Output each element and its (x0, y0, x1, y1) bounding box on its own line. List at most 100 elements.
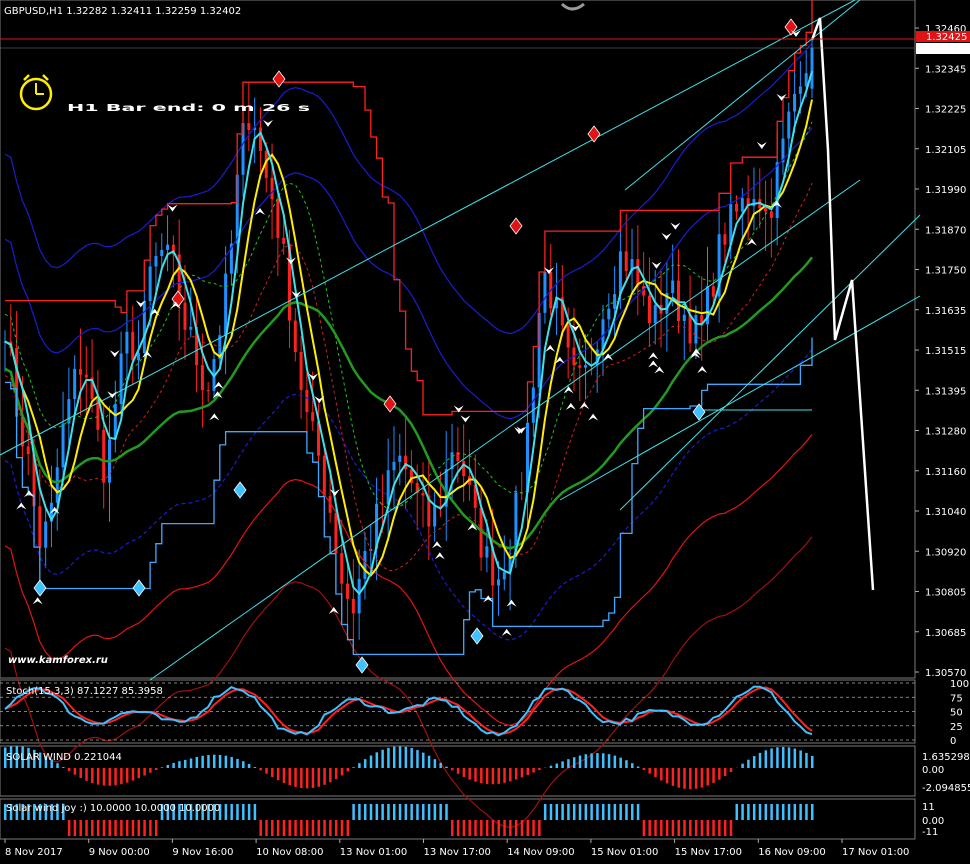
solar-wind-bar (764, 750, 768, 768)
alarm-clock-icon (19, 74, 53, 111)
solar-wind-joy-label: Solar wind joy :) 10.0000 10.0000 10.000… (6, 803, 220, 814)
channel-line[interactable] (619, 214, 921, 511)
solar-wind-bar (787, 747, 791, 768)
chart-shift-marker[interactable] (560, 2, 585, 11)
solar-wind-joy-bar (811, 804, 814, 820)
solar-wind-joy-bar (660, 820, 663, 836)
solar-wind-bar (213, 754, 216, 768)
solar-wind-bar (509, 768, 512, 782)
solar-wind-joy-bar (230, 804, 233, 820)
solar-wind-joy-bar (723, 820, 727, 836)
solar-wind-joy-bar (427, 804, 431, 820)
signal-arrow (651, 261, 662, 269)
solar-wind-bar (340, 768, 344, 776)
solar-wind-joy-bar (514, 820, 518, 836)
channel-line[interactable] (149, 179, 861, 681)
solar-wind-joy-bar (79, 820, 82, 836)
candle-body (44, 521, 48, 548)
solar-wind-bar (305, 768, 309, 789)
candle-body (102, 429, 106, 483)
fractal-high-marker (272, 70, 286, 88)
solar-wind-bar (561, 761, 564, 768)
solar-wind-joy-bar (543, 804, 547, 820)
solar-wind-bar (660, 768, 663, 781)
solar-wind-bar (317, 768, 321, 787)
candle-body (73, 368, 77, 400)
time-axis-label: 17 Nov 01:00 (842, 847, 909, 858)
solar-wind-joy-bar (764, 804, 768, 820)
candle-body (613, 294, 617, 309)
solar-wind-joy-bar (538, 820, 541, 836)
solar-wind-bar (363, 759, 367, 768)
solar-wind-bar (781, 746, 785, 768)
time-axis-label: 13 Nov 01:00 (340, 847, 407, 858)
solar-wind-joy-bar (474, 820, 477, 836)
solar-wind-joy-bar (787, 804, 791, 820)
signal-arrow (329, 489, 340, 497)
solar-wind-bar (712, 768, 715, 783)
candle-body (183, 302, 187, 330)
solar-wind-joy-bar (334, 820, 338, 836)
candle-body (694, 315, 698, 344)
solar-wind-joy-bar (689, 820, 692, 836)
stoch-label: Stoch(15,3,3) 87.1227 85.3958 (6, 686, 163, 697)
solar-wind-bar (451, 768, 454, 771)
signal-arrow (588, 413, 599, 421)
solar-wind-joy-bar (799, 804, 802, 820)
solar-wind-joy-bar (131, 820, 135, 836)
solar-wind-bar (265, 768, 268, 774)
solar-wind-bar (375, 752, 379, 768)
solar-wind-joy-bar (770, 804, 773, 820)
solar-wind-joy-bar (462, 820, 466, 836)
solar-wind-joy-bar (242, 804, 245, 820)
solar-wind-joy-bar (480, 820, 483, 836)
solar-wind-joy-bar (288, 820, 291, 836)
channel-line[interactable] (0, 0, 856, 456)
price-chart[interactable]: 1.324601.323451.322251.321051.319901.318… (0, 0, 970, 864)
fractal-high-marker (587, 125, 601, 143)
solar-wind-bar (85, 768, 88, 781)
solar-wind-joy-bar (96, 820, 100, 836)
solar-wind-bar (689, 768, 692, 790)
candle-body (653, 304, 657, 324)
solar-wind-joy-bar (567, 804, 570, 820)
solar-wind-bar (631, 763, 634, 768)
solar-wind-bar (172, 762, 175, 768)
candle-body (125, 331, 129, 354)
solar-wind-joy-bar (311, 820, 315, 836)
solar-wind-bar (120, 768, 123, 785)
solar-wind-joy-bar (619, 804, 622, 820)
candle-body (247, 123, 251, 131)
candle-body (636, 259, 640, 287)
solar-wind-bar (358, 763, 361, 768)
price-axis-label: 1.30805 (925, 588, 966, 599)
signal-arrow (431, 541, 442, 549)
candle-body (584, 364, 588, 368)
solar-wind-joy-bar (665, 820, 669, 836)
solar-wind-joy-bar (805, 804, 808, 820)
solar-wind-bar (752, 756, 756, 768)
solar-wind-joy-bar (451, 820, 454, 836)
solar-wind-bar (462, 768, 466, 777)
solar-wind-bar (323, 768, 326, 785)
solar-wind-joy-bar (718, 820, 721, 836)
solar-wind-bar (230, 757, 233, 768)
solar-wind-joy-bar (636, 804, 640, 820)
solar-wind-bar (683, 768, 686, 789)
clock-bell-right (42, 74, 49, 81)
signal-arrow (501, 628, 512, 636)
solar-wind-bar (311, 768, 315, 788)
solar-wind-bar (154, 768, 158, 770)
solar-wind-joy-bar (532, 820, 535, 836)
watermark-text: www.kamforex.ru (8, 655, 108, 666)
solar-wind-joy-bar (404, 804, 408, 820)
solar-wind-bar (392, 746, 396, 768)
solar-wind-joy-bar (456, 820, 460, 836)
stoch-level-label: 25 (950, 722, 963, 733)
solar-wind-joy-bar (422, 804, 425, 820)
candle-body (160, 249, 164, 257)
candle-body (142, 301, 146, 354)
current-price-label: 1.32402 (926, 44, 967, 55)
signal-arrow (661, 232, 672, 240)
solar-wind-joy-bar (712, 820, 715, 836)
